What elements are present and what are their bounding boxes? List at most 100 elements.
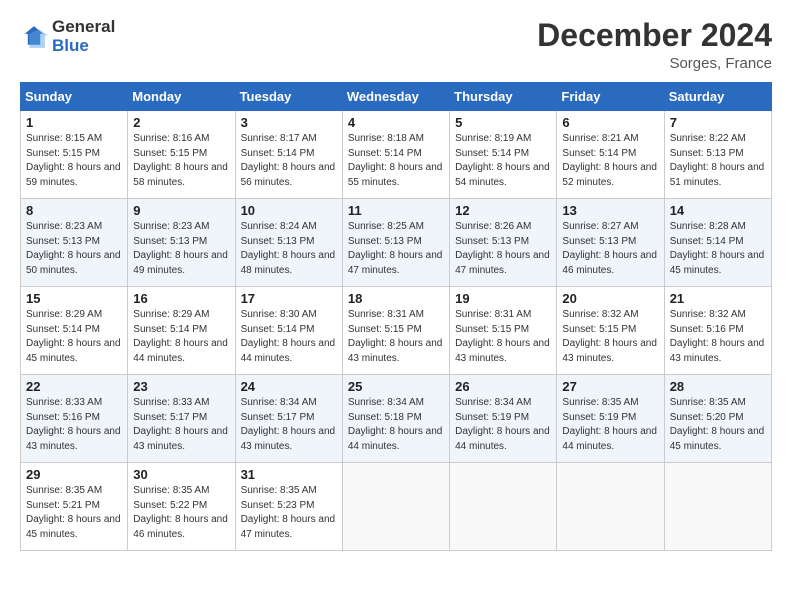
header: General Blue December 2024 Sorges, Franc… [20,18,772,72]
day-number: 5 [455,115,551,130]
table-row: 8Sunrise: 8:23 AMSunset: 5:13 PMDaylight… [21,199,128,287]
cell-text: Sunrise: 8:29 AMSunset: 5:14 PMDaylight:… [26,309,121,364]
day-number: 14 [670,203,766,218]
calendar-body: 1 Sunrise: 8:15 AMSunset: 5:15 PMDaylight… [21,111,772,551]
table-row: 27Sunrise: 8:35 AMSunset: 5:19 PMDayligh… [557,375,664,463]
day-number: 6 [562,115,658,130]
day-number: 3 [241,115,337,130]
col-thursday: Thursday [450,83,557,111]
table-row: 12 Sunrise: 8:26 AMSunset: 5:13 PMDayligh… [450,199,557,287]
cell-text: Sunrise: 8:25 AMSunset: 5:13 PMDaylight:… [348,221,443,276]
col-friday: Friday [557,83,664,111]
day-number: 4 [348,115,444,130]
col-monday: Monday [128,83,235,111]
cell-text: Sunrise: 8:21 AMSunset: 5:14 PMDaylight:… [562,133,657,188]
day-number: 11 [348,203,444,218]
day-number: 16 [133,291,229,306]
table-row: 5Sunrise: 8:19 AMSunset: 5:14 PMDaylight… [450,111,557,199]
day-number: 27 [562,379,658,394]
table-row: 6 Sunrise: 8:21 AMSunset: 5:14 PMDaylight… [557,111,664,199]
table-row: 26 Sunrise: 8:34 AMSunset: 5:19 PMDayligh… [450,375,557,463]
day-number: 20 [562,291,658,306]
cell-text: Sunrise: 8:34 AMSunset: 5:17 PMDaylight:… [241,397,336,452]
day-number: 29 [26,467,122,482]
cell-text: Sunrise: 8:35 AMSunset: 5:23 PMDaylight:… [241,485,336,540]
table-row: 4 Sunrise: 8:18 AMSunset: 5:14 PMDaylight… [342,111,449,199]
table-row: 29 Sunrise: 8:35 AMSunset: 5:21 PMDayligh… [21,463,128,551]
table-row: 22 Sunrise: 8:33 AMSunset: 5:16 PMDayligh… [21,375,128,463]
calendar-week-row: 15 Sunrise: 8:29 AMSunset: 5:14 PMDayligh… [21,287,772,375]
day-number: 17 [241,291,337,306]
day-number: 13 [562,203,658,218]
page: General Blue December 2024 Sorges, Franc… [0,0,792,612]
day-number: 12 [455,203,551,218]
day-number: 24 [241,379,337,394]
cell-text: Sunrise: 8:35 AMSunset: 5:20 PMDaylight:… [670,397,765,452]
cell-text: Sunrise: 8:18 AMSunset: 5:14 PMDaylight:… [348,133,443,188]
cell-text: Sunrise: 8:35 AMSunset: 5:22 PMDaylight:… [133,485,228,540]
col-wednesday: Wednesday [342,83,449,111]
cell-text: Sunrise: 8:33 AMSunset: 5:17 PMDaylight:… [133,397,228,452]
cell-text: Sunrise: 8:32 AMSunset: 5:15 PMDaylight:… [562,309,657,364]
day-number: 30 [133,467,229,482]
month-title: December 2024 [537,18,772,53]
col-sunday: Sunday [21,83,128,111]
table-row: 15 Sunrise: 8:29 AMSunset: 5:14 PMDayligh… [21,287,128,375]
day-number: 26 [455,379,551,394]
table-row: 30 Sunrise: 8:35 AMSunset: 5:22 PMDayligh… [128,463,235,551]
calendar-week-row: 1 Sunrise: 8:15 AMSunset: 5:15 PMDaylight… [21,111,772,199]
table-row: 17 Sunrise: 8:30 AMSunset: 5:14 PMDayligh… [235,287,342,375]
title-block: December 2024 Sorges, France [537,18,772,72]
table-row: 9Sunrise: 8:23 AMSunset: 5:13 PMDaylight… [128,199,235,287]
cell-text: Sunrise: 8:24 AMSunset: 5:13 PMDaylight:… [241,221,336,276]
calendar-week-row: 8Sunrise: 8:23 AMSunset: 5:13 PMDaylight… [21,199,772,287]
cell-text: Sunrise: 8:29 AMSunset: 5:14 PMDaylight:… [133,309,228,364]
col-saturday: Saturday [664,83,771,111]
day-number: 18 [348,291,444,306]
table-row: 1 Sunrise: 8:15 AMSunset: 5:15 PMDaylight… [21,111,128,199]
table-row: 3 Sunrise: 8:17 AMSunset: 5:14 PMDaylight… [235,111,342,199]
day-number: 8 [26,203,122,218]
table-row: 10 Sunrise: 8:24 AMSunset: 5:13 PMDayligh… [235,199,342,287]
day-number: 1 [26,115,122,130]
cell-text: Sunrise: 8:26 AMSunset: 5:13 PMDaylight:… [455,221,550,276]
logo-icon [20,23,48,51]
cell-text: Sunrise: 8:31 AMSunset: 5:15 PMDaylight:… [455,309,550,364]
logo-text: General Blue [52,18,115,55]
table-row: 18 Sunrise: 8:31 AMSunset: 5:15 PMDayligh… [342,287,449,375]
day-number: 9 [133,203,229,218]
cell-text: Sunrise: 8:15 AMSunset: 5:15 PMDaylight:… [26,133,121,188]
calendar-week-row: 29 Sunrise: 8:35 AMSunset: 5:21 PMDayligh… [21,463,772,551]
table-row: 13Sunrise: 8:27 AMSunset: 5:13 PMDayligh… [557,199,664,287]
day-number: 2 [133,115,229,130]
day-number: 15 [26,291,122,306]
table-row: 11 Sunrise: 8:25 AMSunset: 5:13 PMDayligh… [342,199,449,287]
table-row [664,463,771,551]
day-number: 31 [241,467,337,482]
cell-text: Sunrise: 8:34 AMSunset: 5:19 PMDaylight:… [455,397,550,452]
day-number: 10 [241,203,337,218]
day-number: 28 [670,379,766,394]
day-number: 7 [670,115,766,130]
cell-text: Sunrise: 8:22 AMSunset: 5:13 PMDaylight:… [670,133,765,188]
table-row: 20 Sunrise: 8:32 AMSunset: 5:15 PMDayligh… [557,287,664,375]
table-row: 24 Sunrise: 8:34 AMSunset: 5:17 PMDayligh… [235,375,342,463]
calendar-week-row: 22 Sunrise: 8:33 AMSunset: 5:16 PMDayligh… [21,375,772,463]
location: Sorges, France [537,55,772,72]
table-row [342,463,449,551]
day-number: 22 [26,379,122,394]
cell-text: Sunrise: 8:32 AMSunset: 5:16 PMDaylight:… [670,309,765,364]
cell-text: Sunrise: 8:30 AMSunset: 5:14 PMDaylight:… [241,309,336,364]
cell-text: Sunrise: 8:33 AMSunset: 5:16 PMDaylight:… [26,397,121,452]
cell-text: Sunrise: 8:17 AMSunset: 5:14 PMDaylight:… [241,133,336,188]
table-row: 23Sunrise: 8:33 AMSunset: 5:17 PMDayligh… [128,375,235,463]
calendar-header-row: Sunday Monday Tuesday Wednesday Thursday… [21,83,772,111]
table-row: 7 Sunrise: 8:22 AMSunset: 5:13 PMDaylight… [664,111,771,199]
table-row: 14Sunrise: 8:28 AMSunset: 5:14 PMDayligh… [664,199,771,287]
cell-text: Sunrise: 8:34 AMSunset: 5:18 PMDaylight:… [348,397,443,452]
table-row: 19Sunrise: 8:31 AMSunset: 5:15 PMDayligh… [450,287,557,375]
cell-text: Sunrise: 8:16 AMSunset: 5:15 PMDaylight:… [133,133,228,188]
table-row [557,463,664,551]
cell-text: Sunrise: 8:31 AMSunset: 5:15 PMDaylight:… [348,309,443,364]
cell-text: Sunrise: 8:35 AMSunset: 5:21 PMDaylight:… [26,485,121,540]
